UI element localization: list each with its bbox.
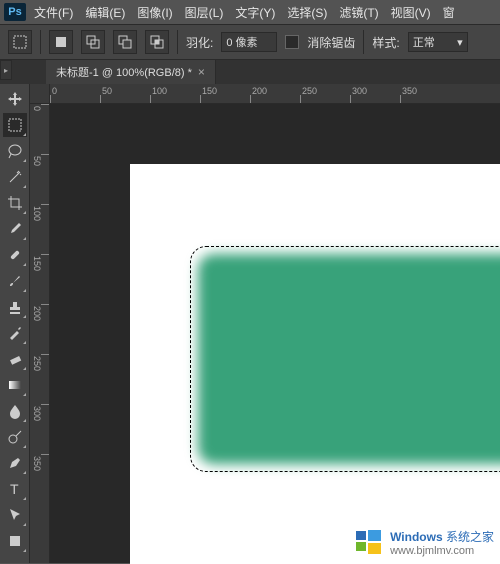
flyout-indicator-icon	[23, 211, 26, 214]
blur-tool[interactable]	[3, 399, 27, 423]
watermark-suffix: 系统之家	[446, 530, 494, 544]
brush-tool[interactable]	[3, 269, 27, 293]
crop-tool[interactable]	[3, 191, 27, 215]
flyout-indicator-icon	[23, 419, 26, 422]
shape-tool[interactable]	[3, 529, 27, 553]
new-selection-button[interactable]	[49, 30, 73, 54]
antialias-checkbox[interactable]	[285, 35, 299, 49]
add-selection-button[interactable]	[81, 30, 105, 54]
wand-tool[interactable]	[3, 165, 27, 189]
ruler-origin[interactable]	[30, 84, 50, 104]
menu-item[interactable]: 选择(S)	[281, 2, 333, 23]
flyout-indicator-icon	[23, 497, 26, 500]
eraser-tool[interactable]	[3, 347, 27, 371]
intersect-selection-button[interactable]	[145, 30, 169, 54]
style-select[interactable]: 正常 ▾	[408, 32, 468, 52]
flyout-indicator-icon	[23, 445, 26, 448]
watermark-text: Windows 系统之家 www.bjmlmv.com	[390, 528, 494, 557]
separator	[177, 30, 178, 54]
type-tool[interactable]: T	[3, 477, 27, 501]
flyout-indicator-icon	[23, 185, 26, 188]
menu-item[interactable]: 文字(Y)	[229, 2, 281, 23]
history-brush-tool[interactable]	[3, 321, 27, 345]
windows-logo-icon	[354, 527, 384, 557]
subtract-selection-button[interactable]	[113, 30, 137, 54]
flyout-indicator-icon	[23, 263, 26, 266]
tool-preset-button[interactable]	[8, 30, 32, 54]
antialias-label: 消除锯齿	[307, 34, 355, 51]
flyout-indicator-icon	[23, 523, 26, 526]
flyout-indicator-icon	[23, 393, 26, 396]
style-label: 样式:	[372, 34, 399, 51]
menu-item[interactable]: 视图(V)	[385, 2, 437, 23]
separator	[363, 30, 364, 54]
menu-item[interactable]: 文件(F)	[28, 2, 79, 23]
feather-label: 羽化:	[186, 34, 213, 51]
path-select-tool[interactable]	[3, 503, 27, 527]
document-canvas[interactable]	[130, 164, 500, 564]
menu-item[interactable]: 编辑(E)	[79, 2, 131, 23]
pen-tool[interactable]	[3, 451, 27, 475]
canvas-area: 050100150200250300350 050100150200250300…	[30, 84, 500, 563]
menu-item[interactable]: 图层(L)	[179, 2, 230, 23]
stamp-tool[interactable]	[3, 295, 27, 319]
document-tab[interactable]: 未标题-1 @ 100%(RGB/8) * ×	[46, 60, 216, 84]
menu-item[interactable]: 图像(I)	[131, 2, 178, 23]
collapsed-panel-handle[interactable]: ▸	[0, 60, 12, 80]
tools-panel: T	[0, 84, 30, 563]
dodge-tool[interactable]	[3, 425, 27, 449]
flyout-indicator-icon	[23, 471, 26, 474]
watermark-url: www.bjmlmv.com	[390, 545, 494, 557]
flyout-indicator-icon	[23, 367, 26, 370]
eyedropper-tool[interactable]	[3, 217, 27, 241]
menubar: Ps 文件(F)编辑(E)图像(I)图层(L)文字(Y)选择(S)滤镜(T)视图…	[0, 0, 500, 24]
watermark: Windows 系统之家 www.bjmlmv.com	[354, 527, 494, 557]
selection-marquee	[190, 246, 500, 472]
document-tabs: 未标题-1 @ 100%(RGB/8) * ×	[0, 60, 500, 84]
move-tool[interactable]	[3, 87, 27, 111]
style-value: 正常	[413, 34, 435, 50]
flyout-indicator-icon	[23, 341, 26, 344]
options-bar: 羽化: 消除锯齿 样式: 正常 ▾	[0, 24, 500, 60]
flyout-indicator-icon	[23, 315, 26, 318]
flyout-indicator-icon	[23, 549, 26, 552]
flyout-indicator-icon	[23, 237, 26, 240]
chevron-down-icon: ▾	[457, 36, 463, 49]
lasso-tool[interactable]	[3, 139, 27, 163]
app-logo: Ps	[4, 3, 26, 21]
ruler-vertical[interactable]: 050100150200250300350	[30, 104, 50, 563]
close-icon[interactable]: ×	[198, 65, 205, 79]
flyout-indicator-icon	[23, 133, 26, 136]
flyout-indicator-icon	[23, 159, 26, 162]
menu-item[interactable]: 窗	[437, 2, 461, 23]
flyout-indicator-icon	[23, 289, 26, 292]
svg-text:T: T	[10, 481, 19, 497]
feather-input[interactable]	[221, 32, 277, 52]
ruler-horizontal[interactable]: 050100150200250300350	[50, 84, 500, 104]
gradient-tool[interactable]	[3, 373, 27, 397]
workspace: T 050100150200250300350 0501001502002503…	[0, 84, 500, 563]
healing-tool[interactable]	[3, 243, 27, 267]
watermark-brand: Windows	[390, 530, 443, 544]
marquee-tool[interactable]	[3, 113, 27, 137]
separator	[40, 30, 41, 54]
menu-item[interactable]: 滤镜(T)	[333, 2, 384, 23]
document-tab-label: 未标题-1 @ 100%(RGB/8) *	[56, 64, 192, 80]
